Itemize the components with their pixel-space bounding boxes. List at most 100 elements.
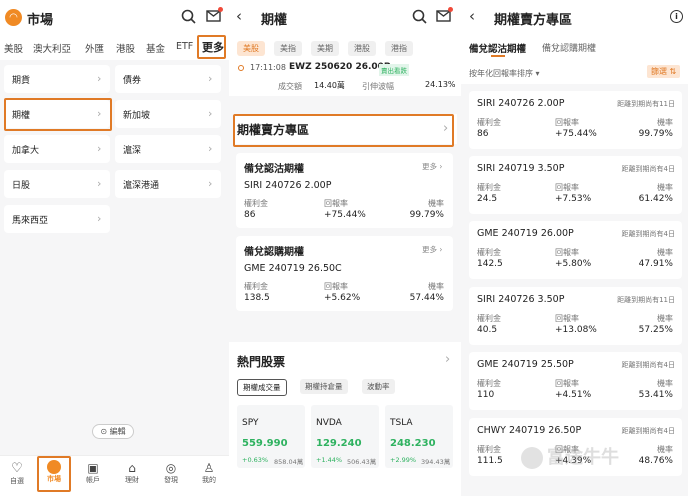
sort-dropdown[interactable]: 按年化回報率排序 ▾	[469, 68, 540, 79]
back-icon[interactable]: ‹	[236, 7, 242, 25]
premium-value: 111.5	[477, 456, 503, 466]
stock-card-tsla[interactable]: TSLA 248.230 +2.99% 394.43萬	[385, 405, 453, 468]
return-value: +4.51%	[555, 390, 592, 400]
chevron-right-icon: ›	[97, 142, 102, 155]
expiry-note: 距離到期尚有11日	[617, 296, 675, 304]
premium-label: 權利金	[477, 445, 501, 454]
nav-watchlist[interactable]: ♡ 自選	[6, 461, 28, 486]
watermark-logo-icon	[521, 447, 543, 469]
chevron-right-icon: ›	[97, 72, 102, 85]
option-symbol: GME 240719 26.00P	[477, 228, 574, 239]
filter-button[interactable]: 篩選 ⇅	[647, 65, 681, 78]
option-row[interactable]: SIRI 240726 2.00P 距離到期尚有11日 權利金 回報率 機率 86 +75.…	[469, 91, 682, 149]
stock-card-nvda[interactable]: NVDA 129.240 +1.44% 506.43萬	[311, 405, 379, 468]
more-link[interactable]: 更多 ›	[422, 161, 442, 172]
tab-us-index[interactable]: 美指	[274, 41, 302, 56]
grid-futures[interactable]: 期貨 ›	[4, 65, 110, 93]
expiry-note: 距離到期尚有4日	[621, 230, 675, 238]
search-icon[interactable]	[412, 9, 427, 24]
option-symbol: CHWY 240719 26.50P	[477, 425, 582, 436]
chevron-right-icon: ›	[208, 107, 213, 120]
grid-connect[interactable]: 滬深港通 ›	[115, 170, 221, 198]
probability-value: 53.41%	[638, 390, 673, 400]
probability-label: 機率	[657, 445, 673, 454]
markets-header: ◠ 市場	[0, 0, 229, 34]
probability-value: 47.91%	[638, 259, 673, 269]
chevron-right-icon[interactable]: ›	[445, 352, 450, 367]
chevron-right-icon: ›	[97, 212, 102, 225]
nav-me[interactable]: ♙ 我的	[198, 461, 220, 485]
grid-malaysia[interactable]: 馬來西亞 ›	[4, 205, 110, 233]
chevron-right-icon: ›	[208, 142, 213, 155]
compass-icon: ◎	[165, 461, 177, 475]
probability-label: 機率	[657, 118, 673, 127]
nav-wealth[interactable]: ⌂ 理財	[121, 461, 143, 485]
grid-singapore[interactable]: 新加坡 ›	[115, 100, 221, 128]
covered-call-card[interactable]: 備兌認購期權 更多 › GME 240719 26.50C 權利金 回報率 機率…	[236, 236, 453, 311]
more-link[interactable]: 更多 ›	[422, 244, 442, 255]
premium-label: 權利金	[477, 118, 501, 127]
hot-tab-volatility[interactable]: 波動率	[362, 379, 395, 394]
person-icon: ♙	[203, 461, 215, 475]
tab-us-futures[interactable]: 美期	[311, 41, 339, 56]
grid-japan[interactable]: 日股 ›	[4, 170, 110, 198]
return-value: +13.08%	[555, 325, 597, 335]
edit-button[interactable]: ⊙ 編輯	[92, 424, 134, 439]
option-row[interactable]: SIRI 240719 3.50P 距離到期尚有4日 權利金 回報率 機率 24.5 +7.…	[469, 156, 682, 214]
nav-discover[interactable]: ◎ 發現	[160, 461, 182, 485]
seller-zone-panel: ‹ 期權賣方專區 i 備兌認沽期權 備兌認購期權 按年化回報率排序 ▾ 篩選 ⇅…	[461, 0, 688, 496]
option-row[interactable]: SIRI 240726 3.50P 距離到期尚有11日 權利金 回報率 機率 40.5 +1…	[469, 287, 682, 345]
search-icon[interactable]	[181, 9, 196, 24]
return-label: 回報率	[555, 248, 579, 257]
probability-value: 61.42%	[638, 194, 673, 204]
option-row[interactable]: GME 240719 26.00P 距離到期尚有4日 權利金 回報率 機率 142.5 +5…	[469, 221, 682, 279]
return-label: 回報率	[555, 118, 579, 127]
options-panel: ‹ 期權 美股 美指 美期 港股 港指 17:11:08 EWZ 250620 …	[229, 0, 461, 496]
tab-hk-options[interactable]: 港股	[348, 41, 376, 56]
seller-zone-header: ‹ 期權賣方專區 i	[461, 0, 688, 34]
tab-hk-index[interactable]: 港指	[385, 41, 413, 56]
hot-tab-volume[interactable]: 期權成交量	[237, 379, 287, 396]
premium-label: 權利金	[477, 248, 501, 257]
market-tabs: 美股 澳大利亞 外匯 港股 基金 ETF 更多	[0, 34, 229, 60]
tab-forex[interactable]: 外匯	[85, 41, 104, 55]
hot-tab-open-interest[interactable]: 期權持倉量	[300, 379, 348, 394]
probability-value: 57.25%	[638, 325, 673, 335]
heart-icon: ♡	[11, 461, 23, 476]
grid-shsz[interactable]: 滬深 ›	[115, 135, 221, 163]
options-highlight	[4, 98, 112, 131]
back-icon[interactable]: ‹	[469, 7, 475, 25]
premium-label: 權利金	[477, 379, 501, 388]
info-icon[interactable]: i	[670, 10, 683, 23]
nav-account[interactable]: ▣ 帳戶	[82, 461, 104, 485]
tab-australia[interactable]: 澳大利亞	[33, 41, 71, 55]
options-top: 美股 美指 美期 港股 港指 17:11:08 EWZ 250620 26.00…	[229, 34, 461, 96]
tab-funds[interactable]: 基金	[146, 41, 165, 55]
premium-value: 86	[477, 129, 489, 139]
premium-value: 40.5	[477, 325, 498, 335]
grid-canada[interactable]: 加拿大 ›	[4, 135, 110, 163]
tab-covered-put[interactable]: 備兌認沽期權	[469, 41, 526, 55]
return-value: +75.44%	[555, 129, 597, 139]
tab-hk[interactable]: 港股	[116, 41, 135, 55]
stock-card-spy[interactable]: SPY 559.990 +0.63% 858.04萬	[237, 405, 305, 468]
bottom-nav: ♡ 自選 市場 ▣ 帳戶 ⌂ 理財 ◎ 發現 ♙ 我的	[0, 455, 229, 496]
premium-value: 142.5	[477, 259, 503, 269]
probability-value: 48.76%	[638, 456, 673, 466]
ticker-tag: 賣出看跌	[379, 64, 409, 76]
return-value: +5.80%	[555, 259, 592, 269]
tab-us[interactable]: 美股	[4, 41, 23, 55]
tab-covered-call[interactable]: 備兌認購期權	[542, 41, 596, 54]
ticker-dot-icon	[238, 65, 244, 71]
expiry-note: 距離到期尚有4日	[621, 361, 675, 369]
covered-put-card[interactable]: 備兌認沽期權 更多 › SIRI 240726 2.00P 權利金 回報率 機率…	[236, 153, 453, 228]
option-row[interactable]: GME 240719 25.50P 距離到期尚有4日 權利金 回報率 機率 110 +4.5…	[469, 352, 682, 410]
expiry-note: 距離到期尚有11日	[617, 100, 675, 108]
option-symbol: SIRI 240719 3.50P	[477, 163, 565, 174]
seller-zone-tabs: 備兌認沽期權 備兌認購期權 按年化回報率排序 ▾ 篩選 ⇅	[461, 34, 688, 84]
ticker-symbol[interactable]: EWZ 250620 26.00P	[289, 62, 391, 72]
tab-us-options[interactable]: 美股	[237, 41, 265, 56]
tab-etf[interactable]: ETF	[176, 41, 193, 52]
grid-bonds[interactable]: 債券 ›	[115, 65, 221, 93]
probability-label: 機率	[657, 314, 673, 323]
